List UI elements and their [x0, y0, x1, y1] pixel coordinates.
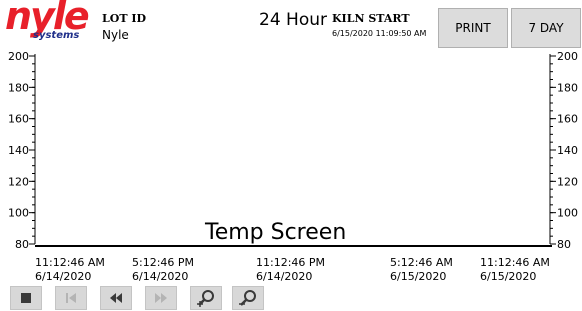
x-tick-label: 11:12:46 AM 6/14/2020 — [35, 256, 105, 284]
x-tick-date: 6/15/2020 — [480, 270, 537, 283]
x-tick-date: 6/14/2020 — [256, 270, 313, 283]
rewind-icon — [110, 293, 122, 303]
y-tick-label-left: 160 — [8, 113, 29, 126]
zoom-out-icon — [239, 290, 256, 306]
zoom-in-icon — [197, 290, 214, 307]
stop-icon — [21, 293, 31, 303]
temp-screen-title: Temp Screen — [205, 220, 347, 245]
x-tick-date: 6/14/2020 — [132, 270, 189, 283]
y-tick-label-right: 160 — [557, 113, 578, 126]
y-tick-label-right: 140 — [557, 144, 578, 157]
x-tick-time: 11:12:46 AM — [480, 256, 550, 269]
x-tick-time: 11:12:46 AM — [35, 256, 105, 269]
x-tick-label: 5:12:46 PM 6/14/2020 — [132, 256, 194, 284]
zoom-in-button[interactable] — [190, 286, 222, 310]
y-tick-label-left: 180 — [8, 81, 29, 94]
y-tick-label-right: 180 — [557, 81, 578, 94]
y-tick-label-right: 120 — [557, 175, 578, 188]
x-tick-date: 6/15/2020 — [390, 270, 447, 283]
x-tick-date: 6/14/2020 — [35, 270, 92, 283]
y-tick-label-left: 120 — [8, 175, 29, 188]
y-tick-label-right: 80 — [557, 238, 571, 251]
y-tick-label-left: 140 — [8, 144, 29, 157]
y-tick-label-left: 200 — [8, 50, 29, 63]
fast-forward-button[interactable] — [145, 286, 177, 310]
y-tick-label-right: 200 — [557, 50, 578, 63]
x-tick-time: 5:12:46 PM — [132, 256, 195, 269]
stop-button[interactable] — [10, 286, 42, 310]
y-tick-label-right: 100 — [557, 207, 578, 220]
y-tick-label-left: 80 — [15, 238, 29, 251]
x-tick-label: 11:12:46 PM 6/14/2020 — [256, 256, 325, 284]
skip-back-icon — [66, 293, 76, 303]
rewind-button[interactable] — [100, 286, 132, 310]
skip-back-button[interactable] — [55, 286, 87, 310]
fast-forward-icon — [155, 293, 167, 303]
x-tick-label: 5:12:46 AM 6/15/2020 — [390, 256, 453, 284]
x-tick-label: 11:12:46 AM 6/15/2020 — [480, 256, 550, 284]
x-tick-time: 11:12:46 PM — [256, 256, 326, 269]
x-tick-time: 5:12:46 AM — [390, 256, 453, 269]
y-tick-label-left: 100 — [8, 207, 29, 220]
zoom-out-button[interactable] — [232, 286, 264, 310]
